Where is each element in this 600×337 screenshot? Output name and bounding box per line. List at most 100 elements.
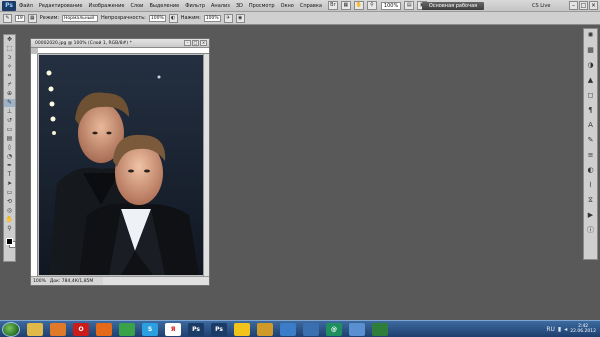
- move-tool-icon[interactable]: ✥: [4, 36, 15, 44]
- masks-panel-icon[interactable]: ◻: [584, 89, 597, 101]
- image-canvas[interactable]: [39, 55, 203, 275]
- layers-panel-icon[interactable]: ≡: [584, 149, 597, 161]
- pressure-opacity-icon[interactable]: ◐: [168, 13, 178, 23]
- maximize-icon[interactable]: □: [579, 1, 588, 10]
- bridge-icon[interactable]: Br: [327, 1, 338, 10]
- path-select-tool-icon[interactable]: ➤: [4, 180, 15, 188]
- character-panel-icon[interactable]: A: [584, 119, 597, 131]
- status-zoom[interactable]: 100%: [33, 279, 46, 284]
- photoshop-icon-2[interactable]: Ps: [211, 322, 227, 336]
- menu-image[interactable]: Изображение: [85, 0, 127, 12]
- horizontal-scrollbar[interactable]: [103, 276, 209, 285]
- gradient-tool-icon[interactable]: ▤: [4, 135, 15, 143]
- 3d-camera-tool-icon[interactable]: ◎: [4, 207, 15, 215]
- pressure-size-icon[interactable]: ◉: [235, 13, 245, 23]
- paint-icon[interactable]: [280, 322, 296, 336]
- doc-maximize-icon[interactable]: □: [192, 40, 199, 46]
- paths-panel-icon[interactable]: ⌇: [584, 179, 597, 191]
- tool-icon[interactable]: [349, 322, 365, 336]
- menu-file[interactable]: Файл: [16, 0, 36, 12]
- zoom-tool-icon[interactable]: ⚲: [4, 225, 15, 233]
- foreground-color-swatch[interactable]: [6, 238, 13, 245]
- shape-tool-icon[interactable]: ▭: [4, 189, 15, 197]
- paragraph-panel-icon[interactable]: ¶: [584, 104, 597, 116]
- brush-size-picker[interactable]: 19: [15, 14, 25, 22]
- icq-icon[interactable]: [119, 322, 135, 336]
- status-doc-size[interactable]: Док: 784,4К/1,85М: [50, 279, 93, 284]
- yandex-icon[interactable]: Я: [165, 322, 181, 336]
- brush-presets-panel-icon[interactable]: ✎: [584, 134, 597, 146]
- menu-layers[interactable]: Слои: [127, 0, 146, 12]
- doc-close-icon[interactable]: ×: [200, 40, 207, 46]
- crop-tool-icon[interactable]: ⌗: [4, 72, 15, 80]
- close-icon[interactable]: ×: [589, 1, 598, 10]
- blur-tool-icon[interactable]: ◊: [4, 144, 15, 152]
- skype-icon[interactable]: S: [142, 322, 158, 336]
- dodge-tool-icon[interactable]: ◔: [4, 153, 15, 161]
- winamp-icon[interactable]: [257, 322, 273, 336]
- brush-panel-icon[interactable]: ▦: [27, 13, 37, 23]
- minibridge-icon[interactable]: ▦: [340, 1, 351, 10]
- lasso-tool-icon[interactable]: ↄ: [4, 54, 15, 62]
- game-icon[interactable]: [372, 322, 388, 336]
- doc-minimize-icon[interactable]: –: [184, 40, 191, 46]
- media-player-icon[interactable]: [50, 322, 66, 336]
- info-panel-icon[interactable]: ⓘ: [584, 224, 597, 236]
- brush-tool-icon[interactable]: ✎: [4, 99, 15, 107]
- menu-help[interactable]: Справка: [297, 0, 325, 12]
- flow-input[interactable]: 100%: [203, 14, 221, 22]
- stamp-tool-icon[interactable]: ⊥: [4, 108, 15, 116]
- history-brush-tool-icon[interactable]: ↺: [4, 117, 15, 125]
- styles-panel-icon[interactable]: ◑: [584, 59, 597, 71]
- marquee-tool-icon[interactable]: ⬚: [4, 45, 15, 53]
- menu-filter[interactable]: Фильтр: [182, 0, 208, 12]
- airbrush-icon[interactable]: ✈: [223, 13, 233, 23]
- healing-tool-icon[interactable]: ⊕: [4, 90, 15, 98]
- actions-panel-icon[interactable]: ▶: [584, 209, 597, 221]
- arrange-documents-icon[interactable]: ▤: [404, 1, 415, 10]
- start-button[interactable]: [2, 321, 20, 337]
- opera-icon[interactable]: O: [73, 322, 89, 336]
- eraser-tool-icon[interactable]: ▭: [4, 126, 15, 134]
- history-panel-icon[interactable]: ⧖: [584, 194, 597, 206]
- language-indicator[interactable]: RU: [546, 326, 555, 333]
- quick-select-tool-icon[interactable]: ✧: [4, 63, 15, 71]
- channels-panel-icon[interactable]: ◐: [584, 164, 597, 176]
- 3d-rotate-tool-icon[interactable]: ⟲: [4, 198, 15, 206]
- menu-3d[interactable]: 3D: [233, 0, 246, 12]
- color-panel-icon[interactable]: ▦: [584, 44, 597, 56]
- browser-icon[interactable]: @: [326, 322, 342, 336]
- eyedropper-tool-icon[interactable]: ⌿: [4, 81, 15, 89]
- type-tool-icon[interactable]: T: [4, 171, 15, 179]
- photoshop-icon[interactable]: Ps: [188, 322, 204, 336]
- document-titlebar[interactable]: 00002020.jpg @ 100% (Слой 1, RGB/8#) * –…: [31, 39, 209, 48]
- mode-select[interactable]: Нормальный: [62, 14, 99, 22]
- tool-preset-icon[interactable]: ✎: [3, 13, 12, 23]
- firefox-icon[interactable]: [96, 322, 112, 336]
- menu-view[interactable]: Просмотр: [246, 0, 278, 12]
- ruler-vertical[interactable]: [31, 54, 38, 276]
- swatches-panel-icon[interactable]: ✺: [584, 29, 597, 41]
- folder-icon[interactable]: [27, 322, 43, 336]
- menu-analysis[interactable]: Анализ: [208, 0, 233, 12]
- vertical-scrollbar[interactable]: [203, 54, 209, 276]
- clock[interactable]: 2:42 22.06.2012: [570, 324, 596, 334]
- menu-select[interactable]: Выделение: [146, 0, 182, 12]
- workspace-button[interactable]: Основная рабочая среда: [422, 2, 484, 17]
- zoom-level[interactable]: 100%: [380, 1, 402, 10]
- menu-window[interactable]: Окно: [278, 0, 297, 12]
- messenger-icon[interactable]: [234, 322, 250, 336]
- hand-icon[interactable]: ✋: [353, 1, 364, 10]
- opacity-input[interactable]: 100%: [148, 14, 166, 22]
- zoom-tool-icon[interactable]: ⚲: [366, 1, 377, 10]
- hand-tool-icon[interactable]: ✋: [4, 216, 15, 224]
- pen-tool-icon[interactable]: ✒: [4, 162, 15, 170]
- volume-icon[interactable]: ◂: [564, 326, 567, 333]
- ruler-horizontal[interactable]: [38, 48, 209, 54]
- cs-live[interactable]: CS Live: [532, 1, 550, 11]
- adjustments-panel-icon[interactable]: ▲: [584, 74, 597, 86]
- network-icon[interactable]: ▮: [558, 326, 561, 333]
- chart-icon[interactable]: [303, 322, 319, 336]
- minimize-icon[interactable]: –: [569, 1, 578, 10]
- menu-edit[interactable]: Редактирование: [36, 0, 86, 12]
